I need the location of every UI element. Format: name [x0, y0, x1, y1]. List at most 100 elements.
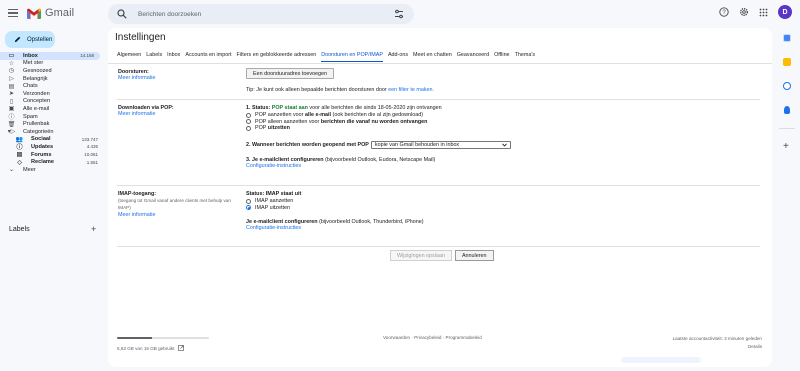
tab-accounts-en-import[interactable]: Accounts en import	[185, 52, 231, 62]
radio-button[interactable]	[246, 112, 251, 118]
sidebar-item-label: Categorieën	[23, 128, 54, 135]
apps-grid-icon[interactable]	[758, 7, 769, 18]
tasks-icon[interactable]	[783, 82, 791, 90]
pop-option[interactable]: POP uitzetten	[246, 125, 666, 132]
add-label-icon[interactable]: +	[91, 224, 96, 234]
open-in-new-icon[interactable]	[178, 345, 185, 351]
storage-info: 5,63 GB van 15 GB gebruikt	[117, 345, 185, 351]
section-divider	[117, 246, 760, 247]
pop-option-emphasis: berichten die vanaf nu worden ontvangen	[320, 118, 428, 125]
tab-algemeen[interactable]: Algemeen	[117, 52, 141, 62]
pop-action-select[interactable]: kopie van Gmail behouden in inbox	[370, 140, 511, 149]
imap-section-label: IMAP-toegang: (toegang tot Gmail vanaf a…	[118, 191, 242, 218]
sidebar-item-count: 133.747	[81, 136, 98, 142]
save-changes-button[interactable]: Wijzigingen opslaan	[390, 250, 452, 261]
tab-meet-en-chatten[interactable]: Meet en chatten	[413, 52, 452, 62]
sidebar-item-label: Alle e-mail	[23, 105, 50, 112]
tab-labels[interactable]: Labels	[146, 52, 162, 62]
pop-option[interactable]: POP alleen aanzetten voor berichten die …	[246, 119, 666, 126]
sidebar-item-categorie-n[interactable]: ▾▷ Categorieën	[0, 128, 104, 136]
imap-config-instructions-link[interactable]: Configuratie-instructies	[246, 225, 666, 231]
sidebar-item-concepten[interactable]: ▯ Concepten	[0, 98, 104, 106]
radio-button[interactable]	[246, 125, 251, 131]
account-avatar[interactable]: D	[778, 5, 792, 19]
settings-gear-icon[interactable]	[738, 7, 749, 18]
imap-controls: Status: IMAP staat uit IMAP aanzetten IMA…	[246, 191, 666, 231]
sidebar-item-forums[interactable]: ▤ Forums 10.061	[0, 151, 104, 159]
gmail-logo[interactable]: Gmail	[27, 7, 74, 19]
pop-option[interactable]: POP aanzetten voor alle e-mail (ook beri…	[246, 112, 666, 119]
tab-thema-s[interactable]: Thema's	[515, 52, 536, 62]
imap-options: IMAP aanzetten IMAP uitzetten	[246, 198, 666, 211]
sidebar-item-reclame[interactable]: ◇ Reclame 1.551	[0, 158, 104, 166]
top-bar: Gmail ? D	[0, 0, 800, 28]
sidebar-item-alle-e-mail[interactable]: ▣ Alle e-mail	[0, 105, 104, 113]
storage-text: 5,63 GB van 15 GB gebruikt	[117, 345, 175, 351]
imap-more-info-link[interactable]: Meer informatie	[118, 212, 242, 218]
tab-doorsturen-en-pop-imap[interactable]: Doorsturen en POP/IMAP	[321, 52, 383, 62]
sidebar-item-label: Met ster	[23, 60, 44, 67]
pop-q3-label: 3. Je e-mailclient configureren	[246, 156, 324, 163]
radio-button[interactable]	[246, 119, 251, 125]
sidebar-item-spam[interactable]: ⓘ Spam	[0, 113, 104, 122]
pop-config-instructions-link[interactable]: Configuratie-instructies	[246, 163, 666, 169]
sidebar-item-prullenbak[interactable]: 🗑 Prullenbak	[0, 120, 104, 128]
send-icon: ➤	[8, 91, 15, 98]
calendar-icon[interactable]	[783, 34, 791, 42]
sidebar-item-label: Inbox	[23, 52, 38, 59]
section-divider	[117, 185, 760, 186]
imap-client-detail: (bijvoorbeeld Outlook, Thunderbird, iPho…	[317, 219, 424, 226]
search-input[interactable]	[138, 7, 368, 21]
pop-option-label: POP aanzetten voor alle e-mail (ook beri…	[255, 112, 423, 118]
pop-q3-detail: (bijvoorbeeld Outlook, Eudora, Netscape …	[323, 156, 436, 163]
keep-icon[interactable]	[783, 58, 791, 66]
svg-text:?: ?	[722, 10, 726, 16]
create-filter-link[interactable]: een filter te maken.	[388, 87, 434, 93]
section-divider	[117, 99, 760, 100]
pop-option-text: POP	[255, 125, 268, 132]
sidebar-item-chats[interactable]: ▤ Chats	[0, 82, 104, 90]
sidebar-item-label: Prullenbak	[23, 121, 50, 128]
tab-offline[interactable]: Offline	[494, 52, 509, 62]
sidebar-item-belangrijk[interactable]: ▷ Belangrijk	[0, 75, 104, 83]
search-bar	[108, 4, 414, 24]
search-options-icon[interactable]	[394, 9, 404, 19]
contacts-icon[interactable]	[784, 106, 790, 114]
add-forwarding-address-button[interactable]: Een doorstuuradres toevoegen	[246, 68, 335, 79]
tab-inbox[interactable]: Inbox	[167, 52, 180, 62]
sidebar-item-label: Belangrijk	[23, 75, 48, 82]
sidebar-item-updates[interactable]: ⓘ Updates 4.435	[0, 143, 104, 152]
tab-filters-en-geblokkeerde-adressen[interactable]: Filters en geblokkeerde adressen	[237, 52, 317, 62]
trash-icon: 🗑	[7, 121, 16, 128]
pop-q2-label: 2. Wanneer berichten worden geopend met …	[246, 141, 369, 148]
pop-option-text: POP alleen aanzetten voor	[255, 118, 321, 125]
forum-icon: ▤	[16, 152, 23, 159]
cancel-button[interactable]: Annuleren	[454, 250, 494, 261]
forwarding-more-info-link[interactable]: Meer informatie	[118, 75, 155, 81]
help-icon[interactable]: ?	[718, 7, 729, 18]
forwarding-tip-text: Tip: Je kunt ook alleen bepaalde bericht…	[246, 87, 389, 93]
sidebar-item-verzonden[interactable]: ➤ Verzonden	[0, 90, 104, 98]
imap-sublabel: (toegang tot Gmail vanaf andere clients …	[118, 198, 231, 211]
footer-policy-links[interactable]: Voorwaarden · Privacybeleid · Programmab…	[383, 335, 482, 340]
tab-geavanceerd[interactable]: Geavanceerd	[457, 52, 489, 62]
imap-option[interactable]: IMAP aanzetten	[246, 198, 666, 205]
tab-add-ons[interactable]: Add-ons	[388, 52, 408, 62]
radio-button[interactable]	[246, 198, 251, 204]
get-addons-icon[interactable]: +	[783, 141, 789, 152]
sidebar-item-label: Chats	[23, 83, 38, 90]
sidebar-item-gesnoozed[interactable]: ◷ Gesnoozed	[0, 67, 104, 75]
sidebar-item-inbox[interactable]: ▭ Inbox 14.168	[0, 52, 100, 60]
pencil-icon	[14, 36, 21, 43]
search-icon[interactable]	[117, 9, 127, 19]
activity-details-link[interactable]: Details	[673, 343, 762, 351]
main-menu-icon[interactable]	[8, 9, 18, 17]
imap-option[interactable]: IMAP uitzetten	[246, 205, 666, 212]
compose-button[interactable]: Opstellen	[5, 31, 55, 48]
sidebar-item-more[interactable]: ⌄ Meer	[0, 166, 104, 174]
people-icon: 👥	[15, 136, 24, 143]
pop-more-info-link[interactable]: Meer informatie	[118, 111, 174, 117]
radio-button[interactable]	[246, 205, 251, 211]
category-icon: ▾▷	[7, 129, 16, 136]
sidebar-item-met-ster[interactable]: ☆ Met ster	[0, 60, 104, 68]
